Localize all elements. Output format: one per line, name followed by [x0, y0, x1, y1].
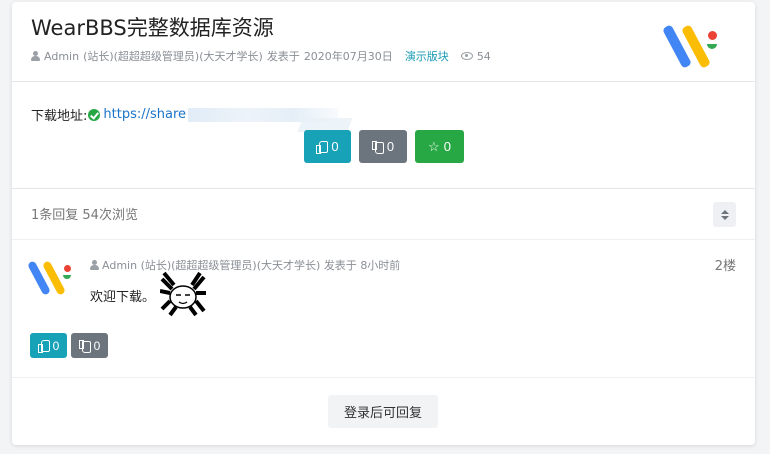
author-role: (站长)(超超超级管理员)(大天才学长)	[83, 50, 263, 63]
emoji-sticker-icon	[160, 271, 206, 317]
like-button[interactable]: 0	[304, 130, 351, 163]
sort-down-icon	[720, 215, 729, 220]
post-header: WearBBS完整数据库资源 Admin (站长)(超超超级管理员)(大天才学长…	[12, 2, 755, 82]
reply-dislike-button[interactable]: 0	[71, 333, 108, 358]
post-body: 下载地址: https://share 0 0 ☆ 0	[12, 83, 755, 189]
user-icon	[90, 260, 99, 270]
star-icon: ☆	[428, 139, 440, 154]
reply-meta: Admin (站长)(超超超级管理员)(大天才学长) 发表于 8小时前	[90, 257, 400, 273]
thumbs-down-icon	[78, 340, 91, 353]
sort-button[interactable]	[713, 202, 736, 227]
reply-vote-row: 0 0	[30, 333, 108, 358]
eye-icon	[460, 52, 473, 60]
view-count: 54	[476, 49, 491, 63]
reply-content: 欢迎下载。	[90, 290, 156, 305]
topic-card: WearBBS完整数据库资源 Admin (站长)(超超超级管理员)(大天才学长…	[12, 2, 755, 445]
logo-red-dot	[708, 31, 717, 40]
reply-dislike-count: 0	[93, 338, 101, 353]
user-icon	[31, 51, 40, 61]
star-count: 0	[443, 139, 451, 154]
reply-avatar[interactable]	[27, 255, 76, 299]
reply-like-count: 0	[52, 338, 60, 353]
logo-green-dot	[707, 44, 717, 49]
floor-number: 2楼	[714, 259, 736, 274]
posted-date: 2020年07月30日	[303, 50, 393, 63]
star-button[interactable]: ☆ 0	[415, 130, 464, 163]
download-link[interactable]: https://share	[103, 107, 186, 122]
author-avatar[interactable]	[662, 17, 723, 72]
login-to-reply-button[interactable]: 登录后可回复	[328, 395, 438, 428]
page-title: WearBBS完整数据库资源	[31, 16, 274, 40]
check-icon	[88, 108, 101, 121]
download-line: 下载地址: https://share	[31, 105, 339, 124]
reply-like-button[interactable]: 0	[30, 333, 67, 358]
logo-red-dot	[64, 265, 71, 272]
thumbs-up-icon	[316, 141, 329, 154]
dislike-button[interactable]: 0	[359, 130, 407, 163]
author-name[interactable]: Admin	[44, 50, 79, 63]
reply-posted-label: 发表于	[323, 259, 357, 272]
sort-up-icon	[720, 209, 729, 214]
reply-posted-time: 8小时前	[360, 259, 401, 272]
post-meta: Admin (站长)(超超超级管理员)(大天才学长) 发表于 2020年07月3…	[31, 48, 495, 64]
like-count: 0	[331, 139, 339, 154]
reply-author-name[interactable]: Admin	[102, 259, 137, 272]
category-link[interactable]: 演示版块	[405, 48, 449, 64]
download-label: 下载地址:	[31, 109, 88, 124]
thumbs-up-icon	[37, 340, 50, 353]
reply-summary-text: 1条回复 54次浏览	[31, 208, 138, 223]
dislike-count: 0	[386, 139, 395, 154]
reply-summary: 1条回复 54次浏览	[12, 190, 755, 240]
posted-label: 发表于	[266, 50, 300, 63]
reply-item: Admin (站长)(超超超级管理员)(大天才学长) 发表于 8小时前 2楼 欢…	[12, 241, 755, 378]
logo-green-dot	[63, 275, 71, 279]
thumbs-down-icon	[371, 141, 384, 154]
vote-row: 0 0 ☆ 0	[304, 130, 464, 163]
